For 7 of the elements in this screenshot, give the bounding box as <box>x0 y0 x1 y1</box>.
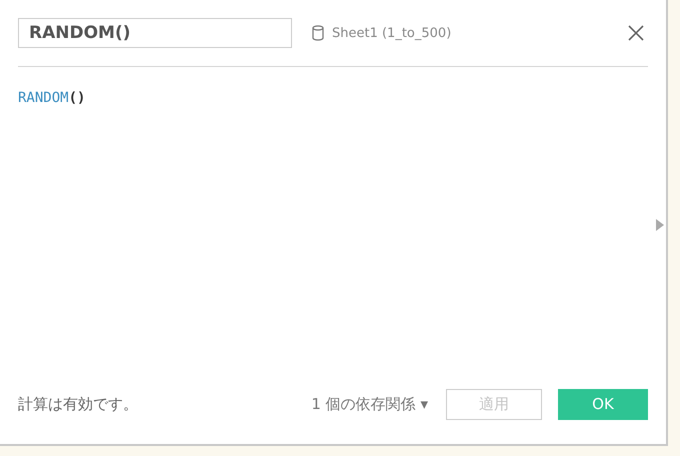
name-field[interactable]: RANDOM() <box>18 18 292 48</box>
close-icon[interactable] <box>628 25 644 41</box>
data-source-label: Sheet1 (1_to_500) <box>332 26 452 40</box>
formula-text[interactable]: RANDOM() <box>18 90 86 106</box>
dependencies-dropdown[interactable]: 1 個の依存関係 ▾ <box>311 394 428 414</box>
database-icon <box>312 25 324 41</box>
status-message: 計算は有効です。 <box>18 394 138 414</box>
